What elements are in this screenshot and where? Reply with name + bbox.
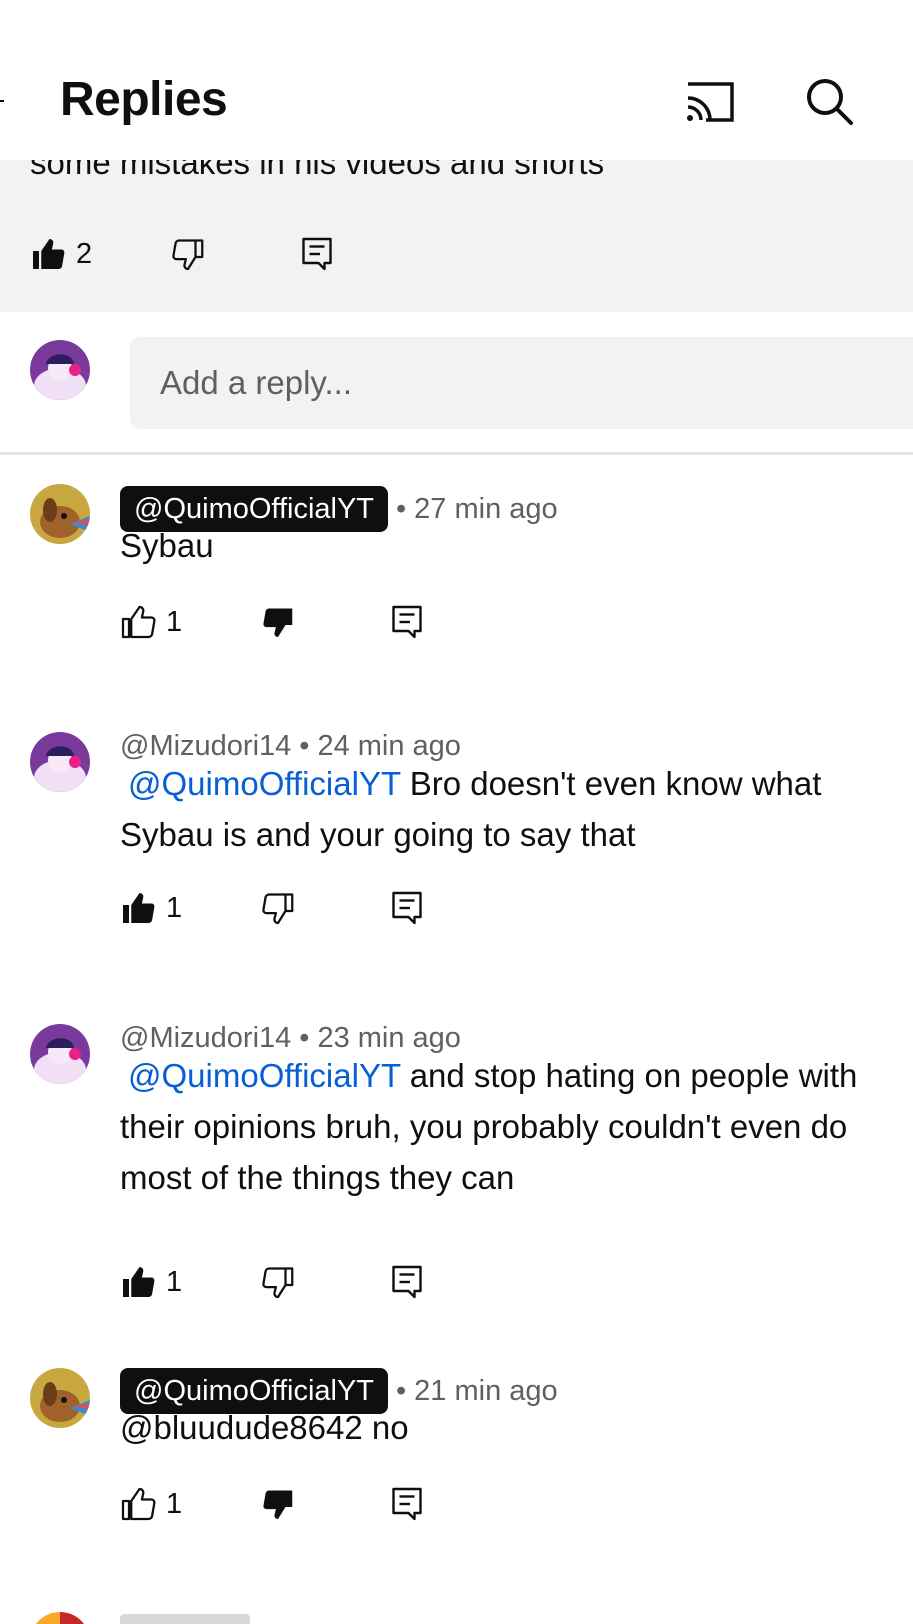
thumbs-down-icon xyxy=(172,239,204,271)
thumbs-up-icon xyxy=(123,893,155,923)
avatar[interactable] xyxy=(30,1368,90,1428)
reply-icon xyxy=(392,605,422,639)
parent-comment-text: some mistakes in his videos and shorts xyxy=(30,160,605,181)
page-title: Replies xyxy=(60,73,228,126)
like-button[interactable]: 1 xyxy=(120,1260,182,1304)
reply-button[interactable] xyxy=(390,886,424,930)
like-count: 1 xyxy=(166,605,183,638)
comment-action-bar: 1 xyxy=(120,1482,440,1526)
comment-text: @bluudude8642 no xyxy=(120,1402,913,1453)
thumbs-up-icon xyxy=(121,1487,156,1521)
comment-action-bar: 1 xyxy=(120,1260,440,1304)
comment-meta-partial xyxy=(120,1614,250,1624)
comment-body: Sybau xyxy=(120,527,214,564)
reply-icon xyxy=(392,891,422,925)
like-button[interactable]: 1 xyxy=(120,600,182,644)
parent-comment: some mistakes in his videos and shorts 2 xyxy=(0,160,913,312)
avatar xyxy=(30,340,90,400)
parent-action-bar: 2 xyxy=(30,232,350,276)
mention-link[interactable]: @QuimoOfficialYT xyxy=(128,765,401,802)
app-header: Replies xyxy=(0,0,913,160)
comment-action-bar: 1 xyxy=(120,886,440,930)
avatar[interactable] xyxy=(30,1612,90,1624)
like-count: 1 xyxy=(166,1265,183,1298)
thumbs-up-icon xyxy=(121,605,156,639)
thumbs-up-icon xyxy=(33,239,65,269)
reply-button[interactable] xyxy=(390,1260,424,1304)
reply-icon xyxy=(302,237,332,271)
thumbs-up-icon xyxy=(123,1267,155,1297)
dislike-button[interactable] xyxy=(260,600,296,644)
comment-action-bar: 1 xyxy=(120,600,440,644)
like-button[interactable]: 1 xyxy=(120,886,182,930)
reply-icon xyxy=(392,1487,422,1521)
thumbs-down-icon xyxy=(262,893,294,925)
reply-icon xyxy=(392,1265,422,1299)
mention-link[interactable]: @QuimoOfficialYT xyxy=(128,1057,401,1094)
back-arrow-icon[interactable] xyxy=(0,100,4,102)
reply-button[interactable] xyxy=(390,600,424,644)
comment-text: @QuimoOfficialYT and stop hating on peop… xyxy=(120,1050,913,1203)
comment-body: @bluudude8642 no xyxy=(120,1409,409,1446)
search-icon[interactable] xyxy=(802,76,858,128)
like-button[interactable]: 1 xyxy=(120,1482,182,1526)
avatar[interactable] xyxy=(30,732,90,792)
dislike-button[interactable] xyxy=(170,232,206,276)
reply-input[interactable] xyxy=(130,337,913,429)
like-button[interactable]: 2 xyxy=(30,232,92,276)
divider xyxy=(0,452,913,455)
cast-icon[interactable] xyxy=(682,76,738,128)
avatar[interactable] xyxy=(30,484,90,544)
like-count: 1 xyxy=(166,1487,183,1520)
dislike-button[interactable] xyxy=(260,1260,296,1304)
thumbs-down-icon xyxy=(263,608,293,637)
reply-compose xyxy=(0,312,913,452)
comment-text: Sybau xyxy=(120,520,913,571)
like-count: 1 xyxy=(166,891,183,924)
comment-text: @QuimoOfficialYT Bro doesn't even know w… xyxy=(120,758,913,860)
avatar[interactable] xyxy=(30,1024,90,1084)
dislike-button[interactable] xyxy=(260,886,296,930)
thumbs-down-icon xyxy=(262,1267,294,1299)
thumbs-down-icon xyxy=(263,1490,293,1519)
dislike-button[interactable] xyxy=(260,1482,296,1526)
like-count: 2 xyxy=(76,237,93,270)
reply-button[interactable] xyxy=(300,232,334,276)
reply-button[interactable] xyxy=(390,1482,424,1526)
